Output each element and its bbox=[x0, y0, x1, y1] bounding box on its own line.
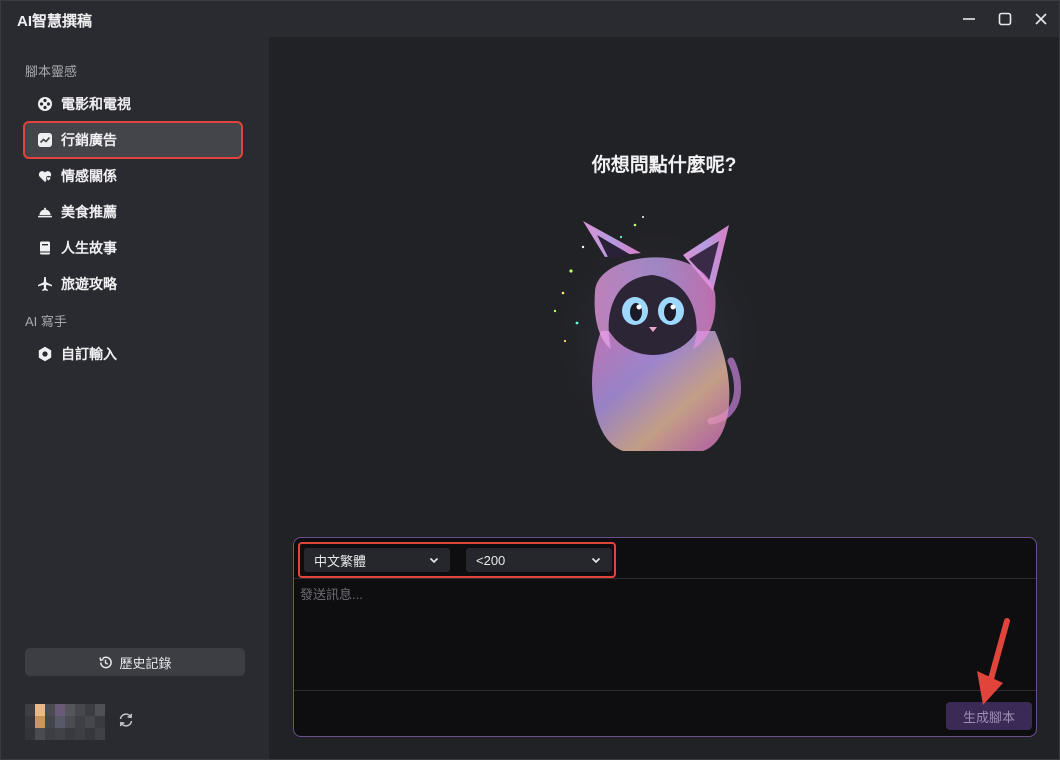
sidebar-item-relationships[interactable]: 情感關係 bbox=[25, 159, 241, 193]
red-arrow-annotation-icon bbox=[977, 618, 1010, 705]
hearts-icon bbox=[37, 168, 53, 184]
sidebar-item-label: 美食推薦 bbox=[61, 204, 117, 220]
chevron-down-icon bbox=[429, 557, 439, 564]
sidebar-item-label: 自訂輸入 bbox=[61, 346, 117, 362]
sidebar-item-life-stories[interactable]: 人生故事 bbox=[25, 231, 241, 265]
section-label-script-inspiration: 腳本靈感 bbox=[25, 64, 78, 79]
app-window: AI智慧撰稿 腳本靈感 電影和電視 行銷廣告 情感關係 美食推薦 人生故事 旅遊… bbox=[0, 0, 1060, 760]
sidebar-item-label: 情感關係 bbox=[61, 168, 117, 184]
maximize-icon bbox=[998, 12, 1012, 26]
page-title: 你想問點什麼呢? bbox=[591, 155, 737, 176]
app-title: AI智慧撰稿 bbox=[17, 13, 93, 30]
sidebar-item-label: 行銷廣告 bbox=[61, 132, 117, 148]
minimize-button[interactable] bbox=[951, 1, 987, 37]
minimize-icon bbox=[963, 18, 975, 20]
film-reel-icon bbox=[37, 96, 53, 112]
language-select[interactable]: 中文繁體 bbox=[304, 548, 450, 572]
close-button[interactable] bbox=[1023, 1, 1059, 37]
sidebar-item-label: 人生故事 bbox=[61, 240, 117, 256]
title-bar: AI智慧撰稿 bbox=[1, 1, 1059, 37]
maximize-button[interactable] bbox=[987, 1, 1023, 37]
length-select-value: <200 bbox=[476, 552, 506, 568]
food-cloche-icon bbox=[37, 204, 53, 220]
sidebar-item-film-tv[interactable]: 電影和電視 bbox=[25, 87, 241, 121]
message-composer: 中文繁體 <200 生成腳本 bbox=[293, 537, 1037, 737]
language-select-value: 中文繁體 bbox=[314, 553, 367, 569]
section-label-ai-writer: AI 寫手 bbox=[25, 314, 67, 329]
window-controls bbox=[951, 1, 1059, 37]
main-panel: 你想問點什麼呢? 中文繁體 <200 發送訊息... 生成腳本 bbox=[269, 37, 1059, 759]
sidebar-item-food[interactable]: 美食推薦 bbox=[25, 195, 241, 229]
sidebar-item-travel[interactable]: 旅遊攻略 bbox=[25, 267, 241, 301]
refresh-icon[interactable] bbox=[117, 711, 135, 729]
trend-chart-icon bbox=[37, 132, 53, 148]
divider bbox=[294, 578, 1036, 579]
sidebar-item-custom-input[interactable]: 自訂輸入 bbox=[25, 337, 241, 371]
history-icon bbox=[98, 655, 113, 670]
divider bbox=[294, 690, 1036, 691]
sidebar-item-marketing-ads[interactable]: 行銷廣告 bbox=[23, 121, 243, 159]
options-bar: 中文繁體 <200 bbox=[298, 542, 616, 578]
cat-mascot-illustration bbox=[549, 216, 769, 461]
history-label: 歷史記錄 bbox=[119, 655, 172, 671]
chevron-down-icon bbox=[591, 557, 601, 564]
gear-icon bbox=[37, 346, 53, 362]
sidebar: 腳本靈感 電影和電視 行銷廣告 情感關係 美食推薦 人生故事 旅遊攻略 AI 寫… bbox=[1, 37, 269, 759]
history-button[interactable]: 歷史記錄 bbox=[25, 648, 245, 676]
avatar[interactable] bbox=[25, 704, 105, 740]
message-input[interactable] bbox=[300, 584, 1028, 684]
sidebar-item-label: 電影和電視 bbox=[61, 96, 131, 112]
close-icon bbox=[1035, 13, 1047, 25]
sidebar-item-label: 旅遊攻略 bbox=[61, 276, 117, 292]
length-select[interactable]: <200 bbox=[466, 548, 612, 572]
book-icon bbox=[37, 240, 53, 256]
airplane-icon bbox=[37, 276, 53, 292]
